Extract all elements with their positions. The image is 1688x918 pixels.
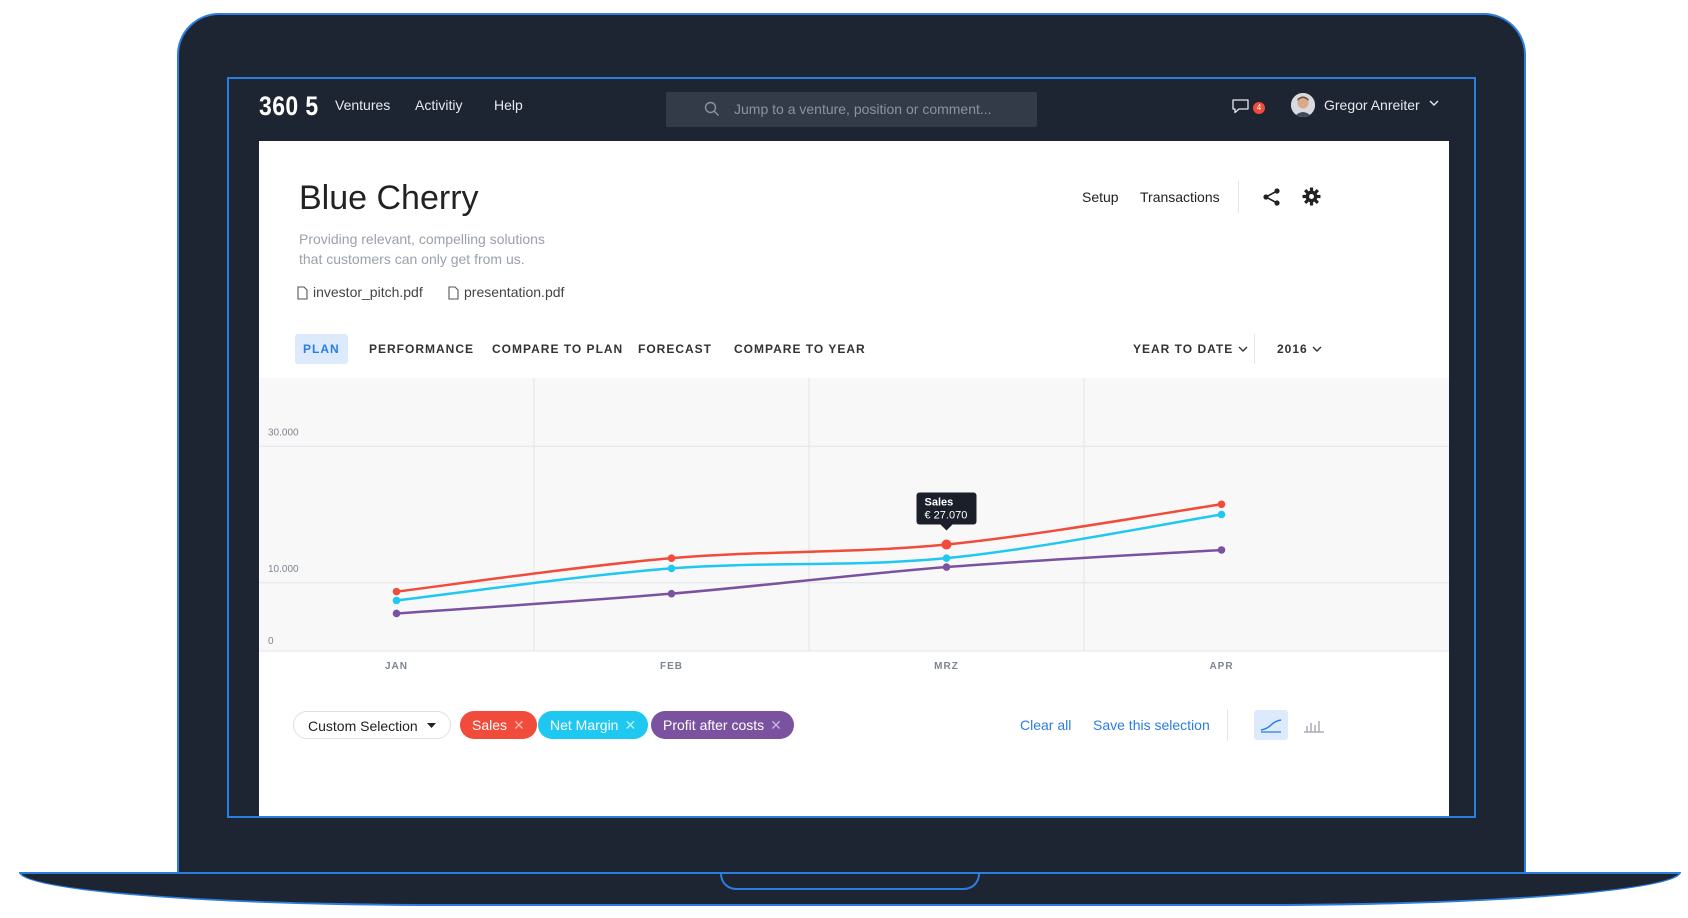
avatar[interactable] <box>1291 93 1315 117</box>
clear-all-link[interactable]: Clear all <box>1020 717 1071 733</box>
data-point-net-margin[interactable] <box>667 564 676 573</box>
description-line-2: that customers can only get from us. <box>299 251 525 267</box>
x-tick-label: JAN <box>385 661 408 672</box>
chip-net-margin[interactable]: Net Margin ✕ <box>538 711 649 739</box>
caret-down-icon <box>427 723 436 728</box>
file-name: investor_pitch.pdf <box>313 284 423 300</box>
data-point-profit-after-costs[interactable] <box>1217 546 1226 554</box>
chevron-down-icon <box>1238 346 1248 352</box>
data-point-profit-after-costs[interactable] <box>942 563 951 571</box>
period-dropdown[interactable]: YEAR TO DATE <box>1133 334 1248 364</box>
search-placeholder: Jump to a venture, position or comment..… <box>734 101 992 117</box>
tooltip-value: € 27.070 <box>925 510 968 522</box>
bar-chart-icon <box>1304 721 1324 733</box>
search-icon <box>704 101 719 116</box>
page-title: Blue Cherry <box>299 179 479 217</box>
custom-selection-dropdown[interactable]: Custom Selection <box>293 711 451 739</box>
chip-label: Sales <box>472 717 508 733</box>
tooltip-label: Sales <box>925 497 954 509</box>
file-link-presentation[interactable]: presentation.pdf <box>448 284 564 300</box>
file-icon <box>448 286 459 300</box>
description-line-1: Providing relevant, compelling solutions <box>299 231 545 247</box>
bar-view-button[interactable] <box>1297 710 1331 740</box>
view-divider <box>1227 709 1228 741</box>
chip-label: Net Margin <box>550 717 619 733</box>
x-tick-label: MRZ <box>934 661 959 672</box>
remove-chip-icon[interactable]: ✕ <box>770 717 782 733</box>
search-input[interactable]: Jump to a venture, position or comment..… <box>666 92 1037 127</box>
tab-compare-to-plan[interactable]: COMPARE TO PLAN <box>484 334 631 364</box>
line-chart-icon <box>1260 719 1282 733</box>
venture-card: Blue Cherry Providing relevant, compelli… <box>259 141 1449 816</box>
y-tick-label: 10.000 <box>268 564 299 575</box>
data-point-net-margin[interactable] <box>392 596 401 605</box>
gear-icon[interactable] <box>1302 187 1321 206</box>
chip-profit-after-costs[interactable]: Profit after costs ✕ <box>651 711 794 739</box>
laptop-notch <box>720 872 980 890</box>
custom-selection-label: Custom Selection <box>308 718 418 734</box>
nav-activity[interactable]: Activitiy <box>415 97 462 113</box>
chevron-down-icon <box>1312 346 1322 352</box>
data-point-sales[interactable] <box>1217 500 1226 509</box>
data-point-sales[interactable] <box>392 587 401 596</box>
data-point-profit-after-costs[interactable] <box>392 609 401 618</box>
file-link-investor-pitch[interactable]: investor_pitch.pdf <box>297 284 423 300</box>
notification-badge: 4 <box>1253 102 1265 114</box>
remove-chip-icon[interactable]: ✕ <box>624 717 636 733</box>
period-label: YEAR TO DATE <box>1133 342 1234 356</box>
line-view-button[interactable] <box>1254 710 1288 740</box>
nav-help[interactable]: Help <box>494 97 523 113</box>
file-icon <box>297 286 308 300</box>
chevron-down-icon[interactable] <box>1429 99 1439 107</box>
data-point-net-margin[interactable] <box>942 554 951 562</box>
tab-compare-to-year[interactable]: COMPARE TO YEAR <box>726 334 874 364</box>
year-dropdown[interactable]: 2016 <box>1277 334 1322 364</box>
tab-plan[interactable]: PLAN <box>295 334 348 364</box>
remove-chip-icon[interactable]: ✕ <box>513 717 525 733</box>
y-tick-label: 0 <box>268 636 274 647</box>
header-divider <box>1238 181 1239 213</box>
user-name[interactable]: Gregor Anreiter <box>1324 97 1420 113</box>
tab-forecast[interactable]: FORECAST <box>630 334 720 364</box>
transactions-link[interactable]: Transactions <box>1140 189 1220 205</box>
nav-ventures[interactable]: Ventures <box>335 97 390 113</box>
chip-label: Profit after costs <box>663 717 765 733</box>
year-label: 2016 <box>1277 342 1308 356</box>
tab-performance[interactable]: PERFORMANCE <box>361 334 482 364</box>
data-point-profit-after-costs[interactable] <box>667 589 676 598</box>
venture-description: Providing relevant, compelling solutions… <box>299 229 579 269</box>
comments-icon[interactable] <box>1232 99 1250 114</box>
app-screen: 360 5 Ventures Activitiy Help Jump to a … <box>227 77 1476 818</box>
x-tick-label: APR <box>1209 661 1233 672</box>
filter-divider <box>1254 334 1255 364</box>
user-avatar-icon <box>1291 93 1315 117</box>
x-tick-label: FEB <box>660 661 683 672</box>
setup-link[interactable]: Setup <box>1082 189 1119 205</box>
y-tick-label: 30.000 <box>268 427 299 438</box>
app-logo[interactable]: 360 5 <box>259 91 319 122</box>
data-point-sales[interactable] <box>941 539 952 550</box>
line-chart[interactable]: 0 10.000 30.000 JAN FEB MRZ APR Sales€ 27.070 <box>259 378 1449 708</box>
data-point-sales[interactable] <box>667 554 676 562</box>
data-point-net-margin[interactable] <box>1217 510 1226 519</box>
save-selection-link[interactable]: Save this selection <box>1093 717 1210 733</box>
chip-sales[interactable]: Sales ✕ <box>460 711 537 739</box>
share-icon[interactable] <box>1262 187 1282 207</box>
file-name: presentation.pdf <box>464 284 565 300</box>
